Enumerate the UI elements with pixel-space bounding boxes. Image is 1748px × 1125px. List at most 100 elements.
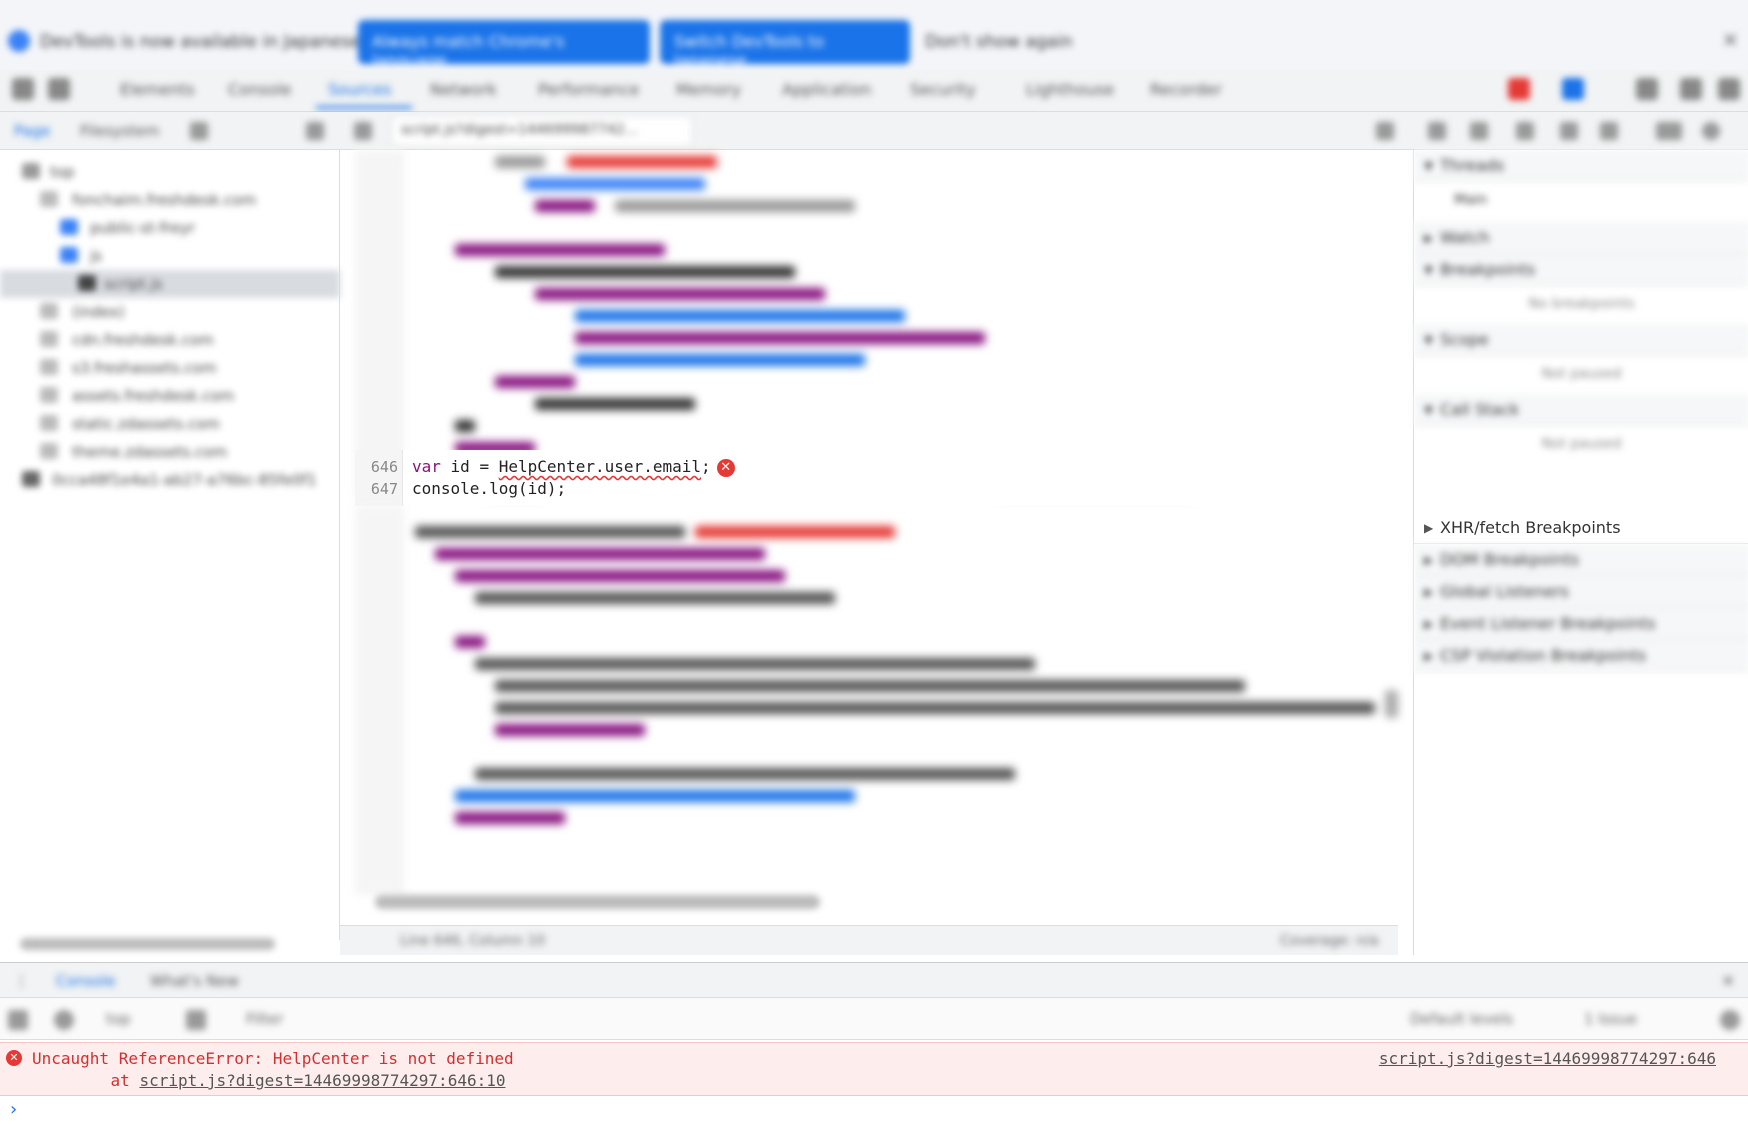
frame-icon xyxy=(22,163,40,179)
section-scope[interactable]: ▼ Scope xyxy=(1414,324,1748,356)
cursor-position: Line 646, Column 10 xyxy=(400,933,546,949)
code-below xyxy=(355,506,1398,895)
triangle-right-icon: ▶ xyxy=(1424,649,1434,663)
always-match-language-button[interactable]: Always match Chrome's language xyxy=(358,20,650,70)
more-options-icon[interactable] xyxy=(306,122,324,140)
tree-item[interactable]: static.zdassets.com xyxy=(0,410,340,438)
settings-gear-icon[interactable] xyxy=(1636,78,1658,100)
sidebar-toggle-icon[interactable] xyxy=(8,1010,28,1030)
toggle-debugger-icon[interactable] xyxy=(1376,122,1394,140)
tree-item[interactable]: s3.freshassets.com xyxy=(0,354,340,382)
tree-item[interactable]: js xyxy=(0,242,340,270)
switch-language-button[interactable]: Switch DevTools to Japanese xyxy=(660,20,910,70)
file-icon xyxy=(40,303,58,319)
error-source-link[interactable]: script.js?digest=14469998774297:646 xyxy=(1379,1049,1716,1068)
open-file-tab[interactable]: script.js?digest=144699987742... xyxy=(392,116,692,146)
triangle-down-icon: ▼ xyxy=(1424,403,1434,417)
stack-frame-link[interactable]: script.js?digest=14469998774297:646:10 xyxy=(139,1071,505,1090)
tab-lighthouse[interactable]: Lighthouse xyxy=(1026,80,1114,99)
section-threads[interactable]: ▼ Threads xyxy=(1414,150,1748,182)
triangle-right-icon: ▶ xyxy=(1424,553,1434,567)
error-icon: ✕ xyxy=(6,1050,22,1066)
section-call-stack[interactable]: ▼ Call Stack xyxy=(1414,394,1748,426)
section-watch[interactable]: ▶ Watch xyxy=(1414,222,1748,254)
editor-vertical-scrollbar[interactable] xyxy=(1385,690,1398,718)
error-text: Uncaught ReferenceError: HelpCenter is n… xyxy=(32,1049,514,1068)
more-menu-icon[interactable] xyxy=(1680,78,1702,100)
close-icon[interactable]: ✕ xyxy=(1722,28,1739,52)
infobar-message: DevTools is now available in Japanese xyxy=(40,32,361,52)
code-token: ; xyxy=(701,457,711,476)
console-prompt[interactable]: › xyxy=(0,1098,1748,1125)
issues-button[interactable]: 1 Issue xyxy=(1584,1010,1637,1028)
console-toolbar: top Filter Default levels 1 Issue xyxy=(0,998,1748,1040)
code-line-646[interactable]: 646 var id = HelpCenter.user.email; ✕ xyxy=(355,456,1398,478)
line-number[interactable]: 647 xyxy=(355,480,398,498)
console-filter-input[interactable]: Filter xyxy=(246,1010,283,1028)
cloud-icon xyxy=(40,387,58,403)
tab-console[interactable]: Console xyxy=(228,80,292,99)
section-breakpoints[interactable]: ▼ Breakpoints xyxy=(1414,254,1748,286)
tab-recorder[interactable]: Recorder xyxy=(1150,80,1222,99)
step-over-icon[interactable] xyxy=(1470,122,1488,140)
tree-item[interactable]: theme.zdassets.com xyxy=(0,438,340,466)
coverage-status: Coverage: n/a xyxy=(1280,933,1379,949)
tab-page[interactable]: Page xyxy=(14,122,50,140)
tab-whats-new[interactable]: What's New xyxy=(150,972,239,990)
navigator-scrollbar[interactable] xyxy=(20,938,275,950)
tree-item[interactable]: fonchaim.freshdesk.com xyxy=(0,186,340,214)
step-icon[interactable] xyxy=(1600,122,1618,140)
tree-item[interactable]: cdn.freshdesk.com xyxy=(0,326,340,354)
tab-network[interactable]: Network xyxy=(430,80,497,99)
close-devtools-icon[interactable] xyxy=(1718,78,1740,100)
context-selector[interactable]: top xyxy=(106,1010,131,1028)
errors-count-icon[interactable] xyxy=(1508,78,1530,100)
section-xhr-breakpoints[interactable]: ▶ XHR/fetch Breakpoints xyxy=(1414,512,1748,544)
deactivate-breakpoints-icon[interactable] xyxy=(1656,122,1682,140)
more-tabs-icon[interactable] xyxy=(190,122,208,140)
section-dom-breakpoints[interactable]: ▶ DOM Breakpoints xyxy=(1414,544,1748,576)
pause-icon[interactable] xyxy=(1428,122,1446,140)
step-into-icon[interactable] xyxy=(1516,122,1534,140)
tab-memory[interactable]: Memory xyxy=(676,80,741,99)
log-levels-dropdown[interactable]: Default levels xyxy=(1410,1010,1513,1028)
step-out-icon[interactable] xyxy=(1560,122,1578,140)
highlighted-code: 646 var id = HelpCenter.user.email; ✕ 647… xyxy=(355,450,1398,506)
triangle-right-icon: ▶ xyxy=(1424,585,1434,599)
eye-icon[interactable] xyxy=(186,1010,206,1030)
tab-sources[interactable]: Sources xyxy=(328,80,391,99)
drawer-menu-icon[interactable]: ⋮ xyxy=(14,972,29,990)
section-global-listeners[interactable]: ▶ Global Listeners xyxy=(1414,576,1748,608)
console-settings-icon[interactable] xyxy=(1720,1010,1740,1030)
section-csp-violation-breakpoints[interactable]: ▶ CSP Violation Breakpoints xyxy=(1414,640,1748,672)
code-line-647[interactable]: 647 console.log(id); xyxy=(355,478,1398,500)
device-toolbar-icon[interactable] xyxy=(48,78,70,100)
editor-horizontal-scrollbar[interactable] xyxy=(375,895,820,909)
clear-console-icon[interactable] xyxy=(54,1010,74,1030)
code-editor[interactable]: 646 var id = HelpCenter.user.email; ✕ 647… xyxy=(355,150,1398,909)
line-number[interactable]: 646 xyxy=(355,458,398,476)
tab-console-drawer[interactable]: Console xyxy=(56,972,116,990)
info-icon xyxy=(8,30,30,52)
section-event-listener-breakpoints[interactable]: ▶ Event Listener Breakpoints xyxy=(1414,608,1748,640)
tab-filesystem[interactable]: Filesystem xyxy=(80,122,159,140)
toggle-navigator-icon[interactable] xyxy=(354,122,372,140)
inspect-element-icon[interactable] xyxy=(12,78,34,100)
issues-count-icon[interactable] xyxy=(1562,78,1584,100)
tab-application[interactable]: Application xyxy=(782,80,871,99)
tree-item[interactable]: 0cca48f1e4a1-ab27-a76bc-85fe0f1 xyxy=(0,466,340,494)
tree-item-selected[interactable]: script.js xyxy=(0,270,340,298)
pause-on-exceptions-icon[interactable] xyxy=(1702,122,1720,140)
error-icon[interactable]: ✕ xyxy=(716,458,735,477)
tab-performance[interactable]: Performance xyxy=(538,80,639,99)
close-drawer-icon[interactable]: ✕ xyxy=(1722,972,1735,990)
tree-item[interactable]: assets.freshdesk.com xyxy=(0,382,340,410)
tree-item[interactable]: (index) xyxy=(0,298,340,326)
cloud-icon xyxy=(40,359,58,375)
tree-item[interactable]: top xyxy=(0,158,340,186)
tab-elements[interactable]: Elements xyxy=(120,80,195,99)
dont-show-again-link[interactable]: Don't show again xyxy=(925,32,1072,52)
tree-item[interactable]: public-st-freyr xyxy=(0,214,340,242)
tab-security[interactable]: Security xyxy=(910,80,976,99)
thread-main[interactable]: Main xyxy=(1414,182,1748,220)
